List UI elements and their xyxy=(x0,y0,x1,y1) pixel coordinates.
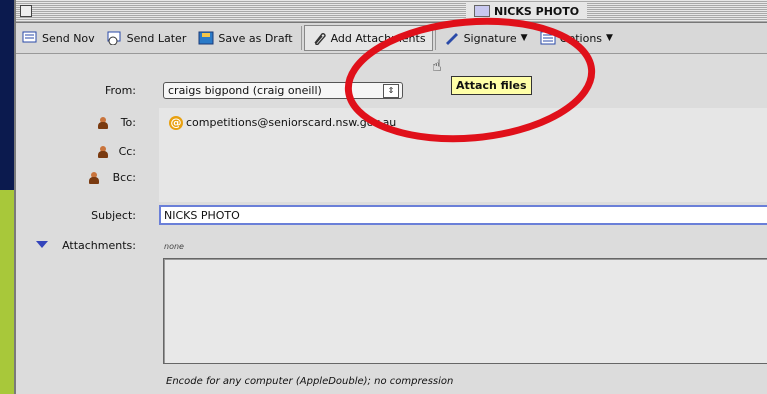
attachments-count: none xyxy=(164,242,184,251)
title-bar[interactable]: NICKS PHOTO xyxy=(16,0,767,23)
encoding-option[interactable]: Encode for any computer (AppleDouble); n… xyxy=(166,376,453,387)
document-icon xyxy=(474,5,490,17)
toolbar: Send Nov Send Later Save as Draft Add At… xyxy=(16,23,767,54)
add-attachments-label: Add Attachments xyxy=(330,31,426,45)
attach-files-tooltip: Attach files xyxy=(451,76,532,95)
from-label: From: xyxy=(105,84,136,97)
chevron-down-icon: ▼ xyxy=(606,33,613,43)
send-now-label: Send Nov xyxy=(42,31,95,45)
send-later-label: Send Later xyxy=(126,31,187,45)
from-account-select[interactable]: craigs bigpond (craig oneill) ⇕ xyxy=(163,82,403,99)
toolbar-separator xyxy=(434,26,436,50)
close-box[interactable] xyxy=(20,5,32,17)
subject-value: NICKS PHOTO xyxy=(164,208,240,222)
compose-window: NICKS PHOTO Send Nov Send Later Save as … xyxy=(14,0,767,394)
add-attachments-button[interactable]: Add Attachments xyxy=(303,25,433,51)
window-title-wrap: NICKS PHOTO xyxy=(466,3,588,19)
to-label: To: xyxy=(120,116,136,129)
send-later-button[interactable]: Send Later xyxy=(101,25,193,51)
options-icon xyxy=(540,31,556,45)
save-draft-icon xyxy=(198,31,214,45)
options-label: Options xyxy=(559,31,603,45)
at-icon: @ xyxy=(169,116,183,130)
send-now-button[interactable]: Send Nov xyxy=(16,25,101,51)
window-title: NICKS PHOTO xyxy=(494,4,580,18)
signature-button[interactable]: Signature ▼ xyxy=(438,25,534,51)
to-recipient[interactable]: competitions@seniorscard.nsw.gov.au xyxy=(186,116,396,129)
updown-arrows-icon: ⇕ xyxy=(383,84,399,98)
green-background-strip xyxy=(0,190,14,394)
signature-icon xyxy=(445,33,458,45)
attachments-list[interactable] xyxy=(163,258,767,364)
hand-cursor-icon: ☝ xyxy=(432,56,442,75)
chevron-down-icon: ▼ xyxy=(520,33,528,43)
options-button[interactable]: Options ▼ xyxy=(534,25,619,51)
cc-label: Cc: xyxy=(118,145,136,158)
save-draft-label: Save as Draft xyxy=(218,31,293,45)
paperclip-icon xyxy=(314,33,326,45)
subject-field[interactable]: NICKS PHOTO xyxy=(159,205,767,225)
toolbar-separator xyxy=(300,26,302,50)
send-later-icon xyxy=(107,31,121,45)
signature-label: Signature xyxy=(463,31,517,45)
bcc-label: Bcc: xyxy=(112,171,136,184)
save-draft-button[interactable]: Save as Draft xyxy=(192,25,298,51)
attachments-label: Attachments: xyxy=(62,239,136,252)
send-now-icon xyxy=(22,31,37,43)
from-account-value: craigs bigpond (craig oneill) xyxy=(168,84,322,97)
subject-label: Subject: xyxy=(91,209,136,222)
